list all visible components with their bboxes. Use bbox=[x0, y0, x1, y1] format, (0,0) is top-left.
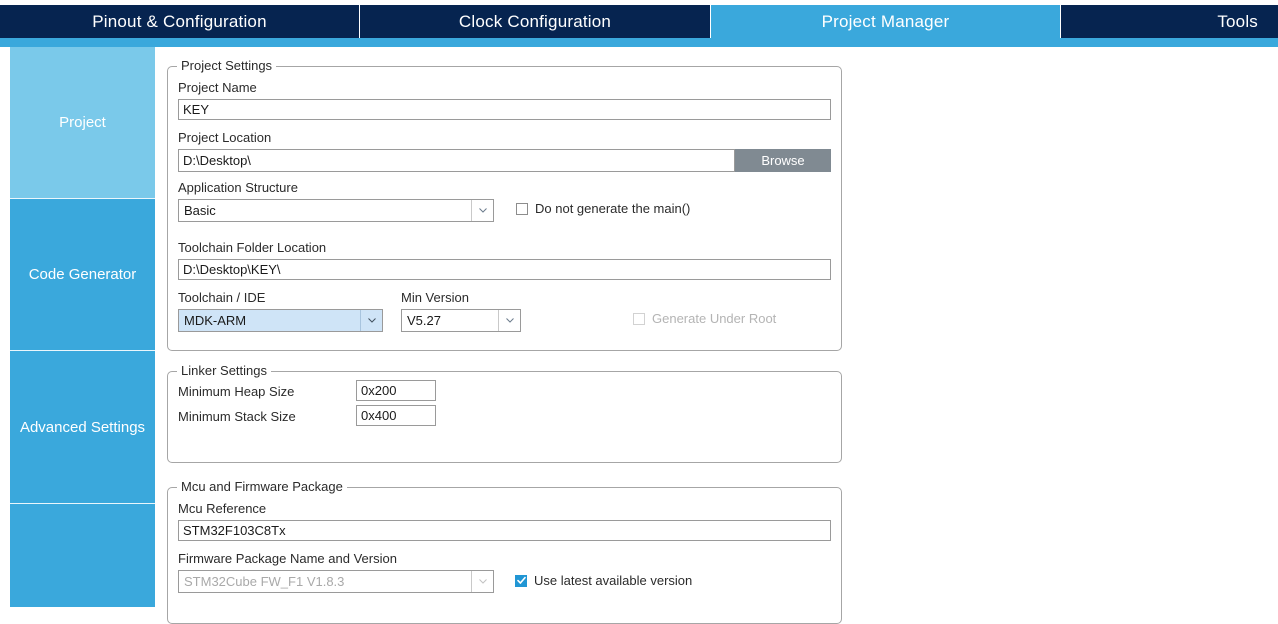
tab-label: Project Manager bbox=[821, 11, 950, 31]
linker-settings-group-title: Linker Settings bbox=[177, 363, 271, 378]
project-name-label: Project Name bbox=[178, 80, 257, 95]
mcu-reference-label: Mcu Reference bbox=[178, 501, 267, 516]
toolchain-ide-value: MDK-ARM bbox=[184, 313, 360, 328]
project-manager-panel: Project Settings Project Name KEY Projec… bbox=[155, 47, 1278, 624]
do-not-generate-main-label: Do not generate the main() bbox=[535, 201, 691, 216]
tab-label: Pinout & Configuration bbox=[92, 11, 267, 31]
project-name-input[interactable]: KEY bbox=[178, 99, 831, 120]
do-not-generate-main-checkbox-row[interactable]: Do not generate the main() bbox=[516, 201, 690, 216]
project-location-label: Project Location bbox=[178, 130, 272, 145]
sidebar-item-project[interactable]: Project bbox=[10, 47, 155, 198]
minimum-stack-size-label: Minimum Stack Size bbox=[178, 409, 296, 424]
toolchain-folder-location-input[interactable]: D:\Desktop\KEY\ bbox=[178, 259, 831, 280]
sidebar-item-code-generator[interactable]: Code Generator bbox=[10, 198, 155, 350]
use-latest-version-label: Use latest available version bbox=[534, 573, 693, 588]
tab-pinout-configuration[interactable]: Pinout & Configuration bbox=[0, 5, 360, 38]
mcu-reference-input[interactable]: STM32F103C8Tx bbox=[178, 520, 831, 541]
tab-tools[interactable]: Tools bbox=[1061, 5, 1278, 38]
generate-under-root-label: Generate Under Root bbox=[652, 311, 777, 326]
mcu-firmware-package-group-title: Mcu and Firmware Package bbox=[177, 479, 347, 494]
firmware-package-value: STM32Cube FW_F1 V1.8.3 bbox=[184, 574, 345, 589]
browse-button[interactable]: Browse bbox=[735, 149, 831, 172]
project-settings-group-title: Project Settings bbox=[177, 58, 277, 73]
checkbox-unchecked-icon[interactable] bbox=[516, 202, 528, 215]
checkbox-disabled-icon bbox=[633, 312, 645, 325]
project-manager-sidebar: Project Code Generator Advanced Settings bbox=[10, 47, 155, 607]
tab-clock-configuration[interactable]: Clock Configuration bbox=[360, 5, 711, 38]
mcu-firmware-package-group: Mcu and Firmware Package Mcu Reference S… bbox=[167, 479, 842, 624]
minimum-heap-size-label: Minimum Heap Size bbox=[178, 384, 295, 399]
tab-label: Tools bbox=[1217, 11, 1258, 31]
tab-label: Clock Configuration bbox=[458, 11, 612, 31]
minimum-heap-size-input[interactable]: 0x200 bbox=[356, 380, 436, 401]
toolchain-folder-location-label: Toolchain Folder Location bbox=[178, 240, 327, 255]
application-structure-select[interactable]: Basic bbox=[178, 199, 494, 222]
firmware-package-select: STM32Cube FW_F1 V1.8.3 bbox=[178, 570, 494, 593]
application-structure-label: Application Structure bbox=[178, 180, 298, 195]
use-latest-version-checkbox-row[interactable]: Use latest available version bbox=[515, 573, 692, 588]
main-tab-bar: Pinout & Configuration Clock Configurati… bbox=[0, 5, 1278, 38]
min-version-select[interactable]: V5.27 bbox=[401, 309, 521, 332]
sidebar-item-empty[interactable] bbox=[10, 503, 155, 607]
tab-project-manager[interactable]: Project Manager bbox=[711, 5, 1061, 38]
minimum-stack-size-input[interactable]: 0x400 bbox=[356, 405, 436, 426]
tab-bar-underline bbox=[0, 38, 1278, 47]
chevron-down-icon bbox=[360, 310, 382, 331]
generate-under-root-checkbox-row: Generate Under Root bbox=[633, 311, 776, 326]
toolchain-ide-label: Toolchain / IDE bbox=[178, 290, 266, 305]
min-version-label: Min Version bbox=[401, 290, 469, 305]
chevron-down-icon bbox=[498, 310, 520, 331]
sidebar-item-advanced-settings[interactable]: Advanced Settings bbox=[10, 350, 155, 503]
toolchain-ide-select[interactable]: MDK-ARM bbox=[178, 309, 383, 332]
sidebar-item-label: Advanced Settings bbox=[19, 418, 146, 436]
project-settings-group: Project Settings Project Name KEY Projec… bbox=[167, 58, 842, 351]
firmware-package-label: Firmware Package Name and Version bbox=[178, 551, 397, 566]
chevron-down-icon bbox=[471, 200, 493, 221]
chevron-down-icon bbox=[471, 571, 493, 592]
min-version-value: V5.27 bbox=[407, 313, 441, 328]
sidebar-item-label: Project bbox=[59, 114, 106, 131]
project-location-input[interactable]: D:\Desktop\ bbox=[178, 149, 735, 172]
linker-settings-group: Linker Settings Minimum Heap Size 0x200 … bbox=[167, 363, 842, 463]
checkbox-checked-icon[interactable] bbox=[515, 574, 527, 587]
sidebar-item-label: Code Generator bbox=[28, 266, 137, 283]
application-structure-value: Basic bbox=[184, 203, 216, 218]
